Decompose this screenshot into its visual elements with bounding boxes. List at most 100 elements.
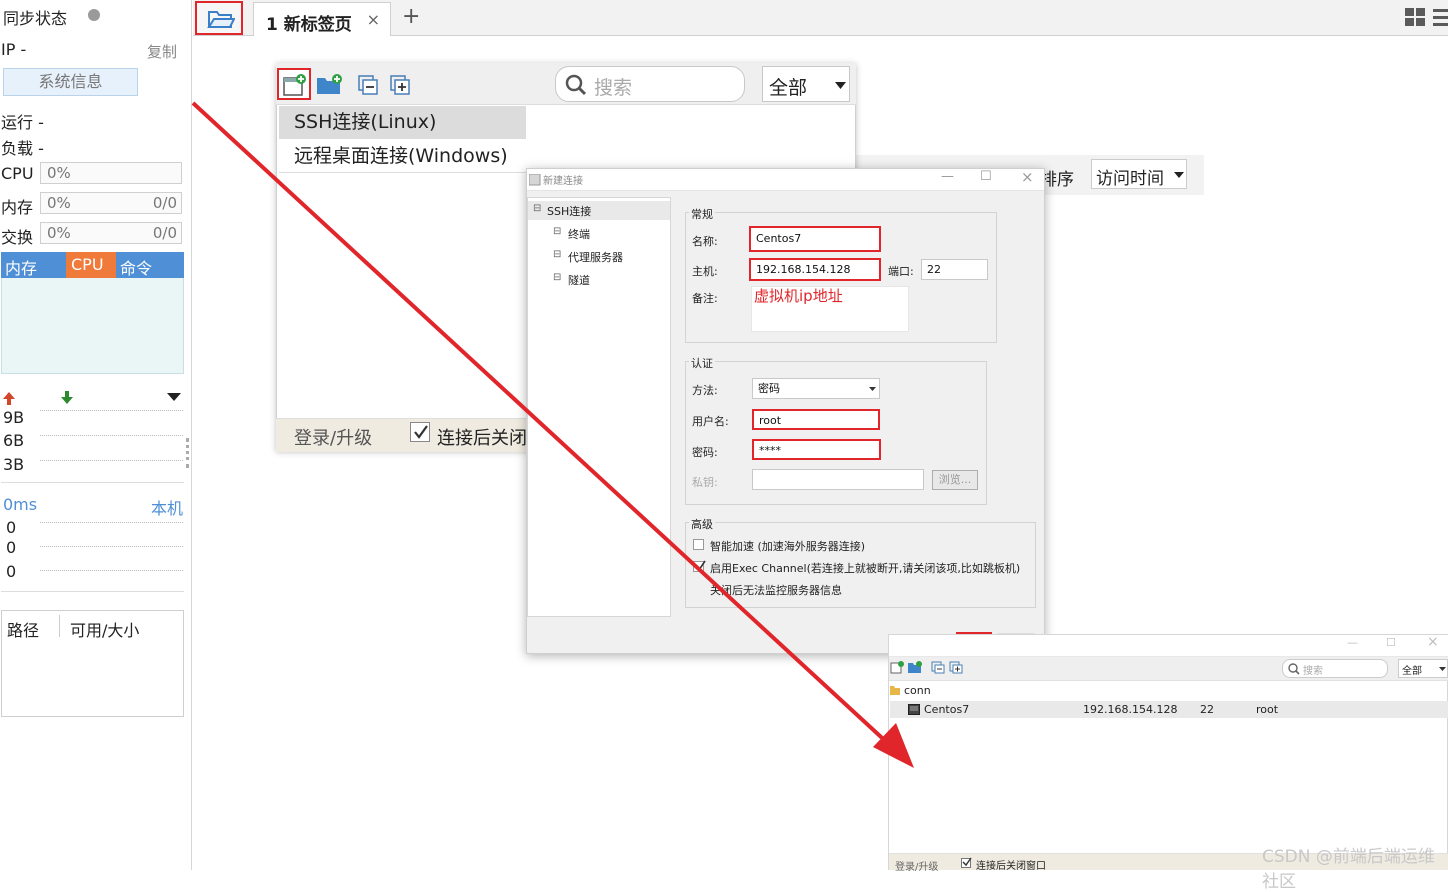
tab-new-tab[interactable]: 1 新标签页 ×	[253, 2, 391, 36]
terminal-icon	[908, 704, 920, 715]
tab-cpu[interactable]: CPU	[66, 252, 116, 278]
dialog-titlebar: 新建连接 — ☐ ×	[527, 168, 1044, 191]
new-file-icon[interactable]	[890, 660, 904, 674]
tree-item-ssh[interactable]: SSH连接	[547, 203, 591, 219]
port-input[interactable]: 22	[921, 259, 988, 280]
group-conn[interactable]: conn	[904, 684, 931, 697]
tree-node-icon: ⊟	[553, 272, 562, 283]
sort-select[interactable]: 访问时间	[1091, 159, 1187, 189]
password-label: 密码:	[692, 446, 718, 459]
add-tab-button[interactable]: +	[402, 4, 420, 29]
close-icon[interactable]: ×	[1427, 634, 1439, 650]
minimize-icon[interactable]: —	[941, 169, 954, 184]
note-textarea[interactable]: 虚拟机ip地址	[751, 286, 909, 332]
name-label: 名称:	[692, 235, 718, 248]
folder-icon	[890, 686, 900, 695]
result-login-upgrade-link[interactable]: 登录/升级	[895, 858, 938, 873]
session-host: 192.168.154.128	[1083, 703, 1178, 716]
tab-command[interactable]: 命令	[120, 255, 152, 279]
net-value-high: 9B	[3, 408, 25, 427]
dialog-title: 新建连接	[543, 176, 583, 187]
username-input[interactable]: root	[752, 409, 880, 430]
new-folder-icon[interactable]	[907, 660, 923, 674]
host-input[interactable]: 192.168.154.128	[749, 258, 881, 281]
chevron-down-icon	[1439, 667, 1446, 671]
watermark: CSDN @前端后端运维社区	[1262, 847, 1435, 892]
password-input[interactable]: ****	[752, 439, 881, 460]
disk-col-size[interactable]: 可用/大小	[70, 617, 139, 641]
chevron-down-icon	[835, 82, 846, 89]
open-session-manager-button[interactable]	[195, 1, 243, 35]
upload-arrow-icon	[3, 392, 15, 405]
tree-collapse-icon[interactable]: ⊟	[533, 203, 541, 214]
collapse-all-icon[interactable]	[358, 75, 380, 95]
latency-gridline	[40, 546, 183, 547]
session-search-input[interactable]: 搜索	[555, 66, 745, 102]
swap-meter: 0% 0/0	[40, 222, 182, 244]
folder-open-icon	[207, 11, 235, 28]
new-folder-icon[interactable]	[316, 72, 344, 96]
minimize-icon[interactable]: —	[1347, 636, 1358, 649]
general-group-title: 常规	[689, 206, 715, 222]
session-filter-select[interactable]: 全部	[762, 66, 850, 102]
auth-group-title: 认证	[689, 355, 715, 371]
sort-select-value: 访问时间	[1096, 169, 1164, 189]
private-key-label: 私钥:	[692, 476, 718, 489]
login-upgrade-link[interactable]: 登录/升级	[294, 424, 372, 450]
advanced-group-title: 高级	[689, 516, 715, 532]
latency-value: 0	[6, 518, 17, 537]
exec-channel-checkbox[interactable]	[693, 560, 706, 572]
latency-gridline	[40, 570, 183, 571]
tree-item-proxy[interactable]: 代理服务器	[568, 249, 623, 265]
disk-col-path[interactable]: 路径	[7, 617, 39, 641]
exec-channel-label: 启用Exec Channel(若连接上就被断开,请关闭该项,比如跳板机)	[710, 562, 1021, 575]
result-filter-value: 全部	[1402, 666, 1422, 677]
latency-value: 0	[6, 538, 17, 557]
search-placeholder: 搜索	[594, 77, 633, 99]
net-gridline	[40, 435, 183, 436]
result-search-input[interactable]: 搜索	[1282, 659, 1388, 678]
swap-value: 0%	[47, 224, 71, 242]
expand-all-icon[interactable]	[390, 75, 412, 95]
smart-accel-label: 智能加速 (加速海外服务器连接)	[710, 540, 866, 553]
maximize-icon[interactable]: ☐	[1386, 636, 1396, 649]
method-value: 密码	[758, 382, 780, 395]
collapse-all-icon[interactable]	[931, 661, 945, 674]
latency-value: 0	[6, 562, 17, 581]
system-info-button[interactable]: 系统信息	[3, 68, 138, 96]
copy-ip-button[interactable]: 复制	[147, 41, 177, 62]
cpu-meter: 0%	[40, 162, 182, 184]
chevron-down-icon	[869, 387, 876, 391]
result-search-placeholder: 搜索	[1303, 666, 1323, 677]
result-filter-select[interactable]: 全部	[1398, 659, 1448, 678]
result-close-after-checkbox[interactable]	[961, 857, 972, 868]
new-session-button[interactable]	[277, 68, 311, 100]
name-input[interactable]: Centos7	[749, 226, 881, 252]
tree-node-icon: ⊟	[553, 226, 562, 237]
note-value: 虚拟机ip地址	[754, 287, 843, 305]
ip-label: IP -	[1, 40, 27, 59]
private-key-input[interactable]	[752, 469, 924, 490]
maximize-icon[interactable]: ☐	[980, 169, 992, 184]
close-after-connect-checkbox[interactable]	[410, 422, 430, 442]
session-user: root	[1256, 703, 1279, 716]
browse-button[interactable]: 浏览...	[932, 470, 978, 490]
tree-item-terminal[interactable]: 终端	[568, 226, 590, 242]
session-filter-value: 全部	[769, 77, 808, 99]
close-icon[interactable]: ×	[1021, 168, 1034, 186]
network-dropdown-icon[interactable]	[166, 392, 182, 402]
sidebar-resize-handle[interactable]	[186, 438, 189, 468]
expand-all-icon[interactable]	[949, 661, 963, 674]
layout-grid-icon[interactable]	[1405, 8, 1448, 28]
tree-item-tunnel[interactable]: 隧道	[568, 272, 590, 288]
process-graph	[1, 278, 184, 374]
menu-item-rdp[interactable]: 远程桌面连接(Windows)	[279, 140, 526, 173]
check-icon	[414, 425, 428, 439]
tab-memory[interactable]: 内存	[5, 255, 37, 279]
mem-value: 0%	[47, 194, 71, 212]
smart-accel-checkbox[interactable]	[693, 539, 704, 550]
menu-item-ssh[interactable]: SSH连接(Linux)	[279, 106, 526, 139]
method-select[interactable]: 密码	[752, 378, 880, 399]
search-icon	[565, 74, 587, 96]
close-tab-icon[interactable]: ×	[367, 10, 380, 29]
